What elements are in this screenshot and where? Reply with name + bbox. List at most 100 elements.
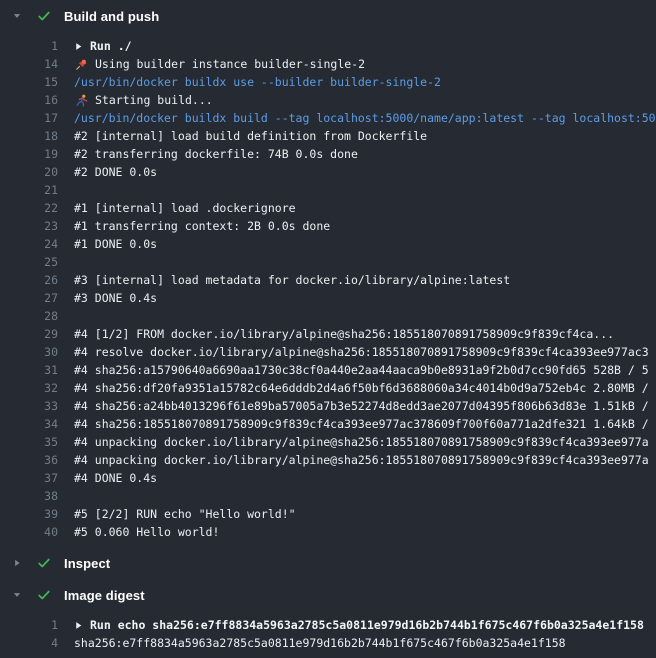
log-text-content: #4 unpacking docker.io/library/alpine@sh…	[74, 435, 649, 449]
line-number[interactable]: 26	[0, 273, 58, 287]
log-line: 28	[0, 307, 656, 325]
log-text: #2 transferring dockerfile: 74B 0.0s don…	[74, 147, 358, 161]
log-text-content: #4 sha256:a24bb4013296f61e89ba57005a7b3e…	[74, 399, 649, 413]
log-text: /usr/bin/docker buildx build --tag local…	[74, 111, 656, 125]
line-number[interactable]: 33	[0, 399, 58, 413]
log-text-content: #4 unpacking docker.io/library/alpine@sh…	[74, 453, 649, 467]
workflow-log-viewer: Build and push1Run ./14Using builder ins…	[0, 0, 656, 658]
log-text: Starting build...	[95, 93, 213, 107]
line-number[interactable]: 17	[0, 111, 58, 125]
log-line: 17/usr/bin/docker buildx build --tag loc…	[0, 109, 656, 127]
log-line: 29 #4 [1/2] FROM docker.io/library/alpine…	[0, 325, 656, 343]
run-expand-icon[interactable]	[74, 42, 83, 51]
line-number[interactable]: 38	[0, 489, 58, 503]
chevron-right-icon	[12, 558, 30, 568]
line-number[interactable]: 32	[0, 381, 58, 395]
line-number[interactable]: 25	[0, 255, 58, 269]
log-text-content: #5 0.060 Hello world!	[74, 525, 219, 539]
log-line: 39 #5 [2/2] RUN echo "Hello world!"	[0, 505, 656, 523]
line-number[interactable]: 22	[0, 201, 58, 215]
log-line: 31 #4 sha256:a15790640a6690aa1730c38cf0a4…	[0, 361, 656, 379]
log-line: 40 #5 0.060 Hello world!	[0, 523, 656, 541]
log-lines-build-and-push: 1 Run ./ 14 Using builder instance builder-…	[0, 32, 656, 547]
log-text: #4 sha256:a15790640a6690aa1730c38cf0a440…	[74, 363, 649, 377]
runner-icon	[74, 93, 88, 107]
log-text: #5 0.060 Hello world!	[74, 525, 219, 539]
log-text-content: /usr/bin/docker buildx use --builder bui…	[74, 75, 441, 89]
log-line: 15/usr/bin/docker buildx use --builder b…	[0, 73, 656, 91]
section-header-inspect[interactable]: Inspect	[0, 547, 656, 579]
line-number[interactable]: 28	[0, 309, 58, 323]
line-number[interactable]: 24	[0, 237, 58, 251]
line-number[interactable]: 31	[0, 363, 58, 377]
log-text: #5 [2/2] RUN echo "Hello world!"	[74, 507, 296, 521]
log-line: 14 Using builder instance builder-single-…	[0, 55, 656, 73]
check-icon	[37, 588, 55, 602]
line-number[interactable]: 39	[0, 507, 58, 521]
chevron-down-icon	[12, 590, 30, 600]
line-number[interactable]: 20	[0, 165, 58, 179]
line-number[interactable]: 19	[0, 147, 58, 161]
section-title: Inspect	[64, 556, 110, 571]
check-icon	[37, 556, 55, 570]
line-number[interactable]: 37	[0, 471, 58, 485]
section-title: Image digest	[64, 588, 145, 603]
log-text: #4 resolve docker.io/library/alpine@sha2…	[74, 345, 649, 359]
chevron-down-icon	[12, 11, 30, 21]
line-number[interactable]: 1	[0, 618, 58, 632]
log-text: #1 [internal] load .dockerignore	[74, 201, 296, 215]
section-header-image-digest[interactable]: Image digest	[0, 579, 656, 611]
log-text-content: #4 DONE 0.4s	[74, 471, 157, 485]
log-group-command[interactable]: Run ./	[74, 39, 132, 53]
log-text-content: #5 [2/2] RUN echo "Hello world!"	[74, 507, 296, 521]
log-group-command[interactable]: Run echo sha256:e7ff8834a5963a2785c5a081…	[74, 618, 644, 632]
log-text: sha256:e7ff8834a5963a2785c5a0811e979d16b…	[74, 636, 566, 650]
line-number[interactable]: 40	[0, 525, 58, 539]
log-text: Run echo sha256:e7ff8834a5963a2785c5a081…	[90, 618, 644, 632]
log-text-content: #1 DONE 0.0s	[74, 237, 157, 251]
line-number[interactable]: 29	[0, 327, 58, 341]
log-line: 26 #3 [internal] load metadata for docker…	[0, 271, 656, 289]
log-text-content: #2 [internal] load build definition from…	[74, 129, 427, 143]
log-line: 23 #1 transferring context: 2B 0.0s done	[0, 217, 656, 235]
log-text-content: Using builder instance builder-single-2	[74, 57, 365, 71]
log-text: Run ./	[90, 39, 132, 53]
line-number[interactable]: 35	[0, 435, 58, 449]
line-number[interactable]: 1	[0, 39, 58, 53]
log-text-content: #4 [1/2] FROM docker.io/library/alpine@s…	[74, 327, 614, 341]
log-line: 33 #4 sha256:a24bb4013296f61e89ba57005a7b…	[0, 397, 656, 415]
line-number[interactable]: 34	[0, 417, 58, 431]
line-number[interactable]: 27	[0, 291, 58, 305]
log-line: 19 #2 transferring dockerfile: 74B 0.0s d…	[0, 145, 656, 163]
line-number[interactable]: 14	[0, 57, 58, 71]
line-number[interactable]: 36	[0, 453, 58, 467]
log-text-content: #4 sha256:df20fa9351a15782c64e6dddb2d4a6…	[74, 381, 649, 395]
log-text: #4 sha256:185518070891758909c9f839cf4ca3…	[74, 417, 649, 431]
check-icon	[37, 9, 55, 23]
line-number[interactable]: 23	[0, 219, 58, 233]
log-line: 37 #4 DONE 0.4s	[0, 469, 656, 487]
log-text: #3 DONE 0.4s	[74, 291, 157, 305]
line-number[interactable]: 30	[0, 345, 58, 359]
log-text: #1 transferring context: 2B 0.0s done	[74, 219, 330, 233]
line-number[interactable]: 15	[0, 75, 58, 89]
line-number[interactable]: 18	[0, 129, 58, 143]
log-text-content: #4 sha256:a15790640a6690aa1730c38cf0a440…	[74, 363, 649, 377]
log-text: #4 sha256:a24bb4013296f61e89ba57005a7b3e…	[74, 399, 649, 413]
section-header-build-and-push[interactable]: Build and push	[0, 0, 656, 32]
log-text: #4 DONE 0.4s	[74, 471, 157, 485]
section-title: Build and push	[64, 9, 159, 24]
log-text: #4 unpacking docker.io/library/alpine@sh…	[74, 453, 649, 467]
log-text-content: #4 sha256:185518070891758909c9f839cf4ca3…	[74, 417, 649, 431]
log-line: 34 #4 sha256:185518070891758909c9f839cf4c…	[0, 415, 656, 433]
log-text: #2 DONE 0.0s	[74, 165, 157, 179]
log-text-content: #4 resolve docker.io/library/alpine@sha2…	[74, 345, 649, 359]
run-expand-icon[interactable]	[74, 621, 83, 630]
line-number[interactable]: 16	[0, 93, 58, 107]
log-line: 27 #3 DONE 0.4s	[0, 289, 656, 307]
line-number[interactable]: 4	[0, 636, 58, 650]
line-number[interactable]: 21	[0, 183, 58, 197]
log-text: #4 sha256:df20fa9351a15782c64e6dddb2d4a6…	[74, 381, 649, 395]
log-text: #3 [internal] load metadata for docker.i…	[74, 273, 510, 287]
log-text: Using builder instance builder-single-2	[95, 57, 365, 71]
